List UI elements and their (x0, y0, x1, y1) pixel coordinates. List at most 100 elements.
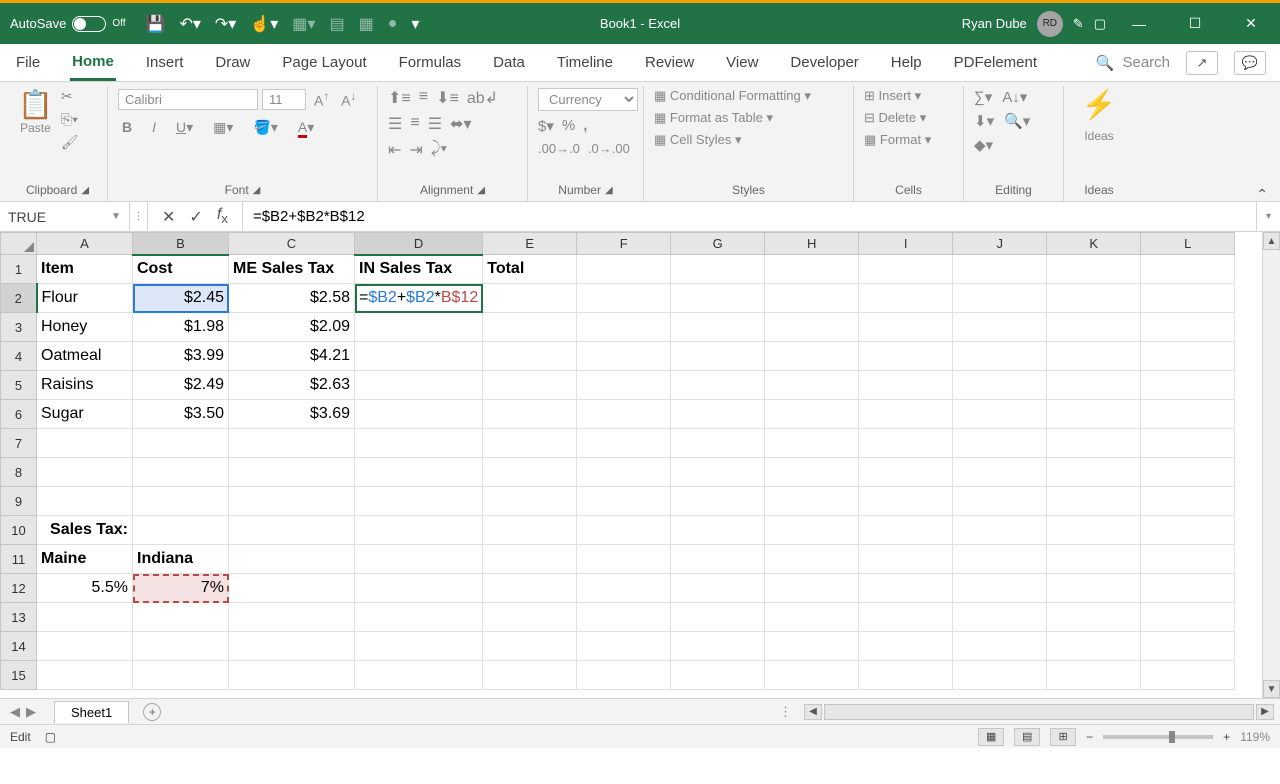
cell-L5[interactable] (1141, 371, 1235, 400)
cell-G3[interactable] (671, 313, 765, 342)
touch-icon[interactable]: ☝▾ (250, 14, 278, 34)
tab-help[interactable]: Help (889, 46, 924, 79)
cell-D9[interactable] (355, 487, 483, 516)
cell-I12[interactable] (859, 574, 953, 603)
cell-C13[interactable] (229, 603, 355, 632)
cell-F2[interactable] (577, 284, 671, 313)
cell-C4[interactable]: $4.21 (229, 342, 355, 371)
row-header-6[interactable]: 6 (1, 400, 37, 429)
qat-customize-icon[interactable]: ▾ (411, 14, 419, 34)
cell-H4[interactable] (765, 342, 859, 371)
cell-L11[interactable] (1141, 545, 1235, 574)
row-header-2[interactable]: 2 (1, 284, 37, 313)
cell-A13[interactable] (37, 603, 133, 632)
cell-A11[interactable]: Maine (37, 545, 133, 574)
tab-timeline[interactable]: Timeline (555, 46, 615, 79)
delete-cells-button[interactable]: ⊟ Delete ▾ (864, 110, 926, 126)
row-header-10[interactable]: 10 (1, 516, 37, 545)
cell-F15[interactable] (577, 661, 671, 690)
wrap-text-icon[interactable]: ab↲ (467, 88, 498, 108)
cell-E14[interactable] (483, 632, 577, 661)
cell-I13[interactable] (859, 603, 953, 632)
normal-view-button[interactable]: ▦ (978, 728, 1004, 746)
cell-F12[interactable] (577, 574, 671, 603)
cell-J13[interactable] (953, 603, 1047, 632)
cell-F14[interactable] (577, 632, 671, 661)
cell-B9[interactable] (133, 487, 229, 516)
indent-increase-icon[interactable]: ⇥ (409, 140, 422, 160)
scroll-track[interactable] (824, 704, 1254, 720)
tab-insert[interactable]: Insert (144, 46, 186, 79)
cell-H12[interactable] (765, 574, 859, 603)
cell-C6[interactable]: $3.69 (229, 400, 355, 429)
cell-E11[interactable] (483, 545, 577, 574)
zoom-slider[interactable] (1103, 735, 1213, 739)
insert-cells-button[interactable]: ⊞ Insert ▾ (864, 88, 921, 104)
row-header-13[interactable]: 13 (1, 603, 37, 632)
cell-A6[interactable]: Sugar (37, 400, 133, 429)
cell-styles-button[interactable]: ▦ Cell Styles ▾ (654, 132, 741, 148)
cell-J2[interactable] (953, 284, 1047, 313)
cell-B6[interactable]: $3.50 (133, 400, 229, 429)
col-header-L[interactable]: L (1141, 233, 1235, 255)
spreadsheet-grid[interactable]: ABCDEFGHIJKL1ItemCostME Sales TaxIN Sale… (0, 232, 1280, 698)
font-name-input[interactable] (118, 89, 258, 110)
cell-A8[interactable] (37, 458, 133, 487)
autosum-icon[interactable]: ∑▾ (974, 88, 992, 106)
cell-G8[interactable] (671, 458, 765, 487)
format-cells-button[interactable]: ▦ Format ▾ (864, 132, 931, 148)
cell-I4[interactable] (859, 342, 953, 371)
cell-G9[interactable] (671, 487, 765, 516)
borders-icon[interactable]: ▦▾ (209, 117, 237, 138)
cell-C1[interactable]: ME Sales Tax (229, 255, 355, 284)
cell-A5[interactable]: Raisins (37, 371, 133, 400)
cell-C5[interactable]: $2.63 (229, 371, 355, 400)
cell-I9[interactable] (859, 487, 953, 516)
cell-C11[interactable] (229, 545, 355, 574)
cell-G10[interactable] (671, 516, 765, 545)
cell-E9[interactable] (483, 487, 577, 516)
ideas-icon[interactable]: ⚡ (1082, 88, 1117, 121)
cell-G11[interactable] (671, 545, 765, 574)
cell-H10[interactable] (765, 516, 859, 545)
conditional-formatting-button[interactable]: ▦ Conditional Formatting ▾ (654, 88, 811, 104)
row-header-15[interactable]: 15 (1, 661, 37, 690)
cell-G12[interactable] (671, 574, 765, 603)
cell-J6[interactable] (953, 400, 1047, 429)
cell-K5[interactable] (1047, 371, 1141, 400)
cell-G6[interactable] (671, 400, 765, 429)
share-button[interactable]: ↗ (1186, 51, 1218, 75)
formula-input[interactable]: =$B2+$B2*B$12 (243, 202, 1256, 231)
collapse-ribbon-icon[interactable]: ⌃ (1256, 186, 1268, 203)
cell-C10[interactable] (229, 516, 355, 545)
cell-B8[interactable] (133, 458, 229, 487)
merge-icon[interactable]: ⬌▾ (450, 114, 471, 134)
row-header-5[interactable]: 5 (1, 371, 37, 400)
row-header-4[interactable]: 4 (1, 342, 37, 371)
cell-E7[interactable] (483, 429, 577, 458)
cell-A15[interactable] (37, 661, 133, 690)
cell-I11[interactable] (859, 545, 953, 574)
row-header-9[interactable]: 9 (1, 487, 37, 516)
record-icon[interactable]: ● (388, 15, 398, 33)
cell-K10[interactable] (1047, 516, 1141, 545)
cell-D4[interactable] (355, 342, 483, 371)
cell-E13[interactable] (483, 603, 577, 632)
cell-H13[interactable] (765, 603, 859, 632)
cell-F5[interactable] (577, 371, 671, 400)
cell-D2[interactable]: =$B2+$B2*B$12 (355, 284, 483, 313)
cell-G15[interactable] (671, 661, 765, 690)
cell-B3[interactable]: $1.98 (133, 313, 229, 342)
cell-L15[interactable] (1141, 661, 1235, 690)
tab-review[interactable]: Review (643, 46, 696, 79)
scroll-right-icon[interactable]: ▶ (1256, 704, 1274, 720)
col-header-H[interactable]: H (765, 233, 859, 255)
cell-K13[interactable] (1047, 603, 1141, 632)
cell-E10[interactable] (483, 516, 577, 545)
col-header-K[interactable]: K (1047, 233, 1141, 255)
user-avatar[interactable]: RD (1037, 11, 1063, 37)
cell-A3[interactable]: Honey (37, 313, 133, 342)
cell-H9[interactable] (765, 487, 859, 516)
cell-J10[interactable] (953, 516, 1047, 545)
layout-icon[interactable]: ▤ (329, 14, 344, 34)
